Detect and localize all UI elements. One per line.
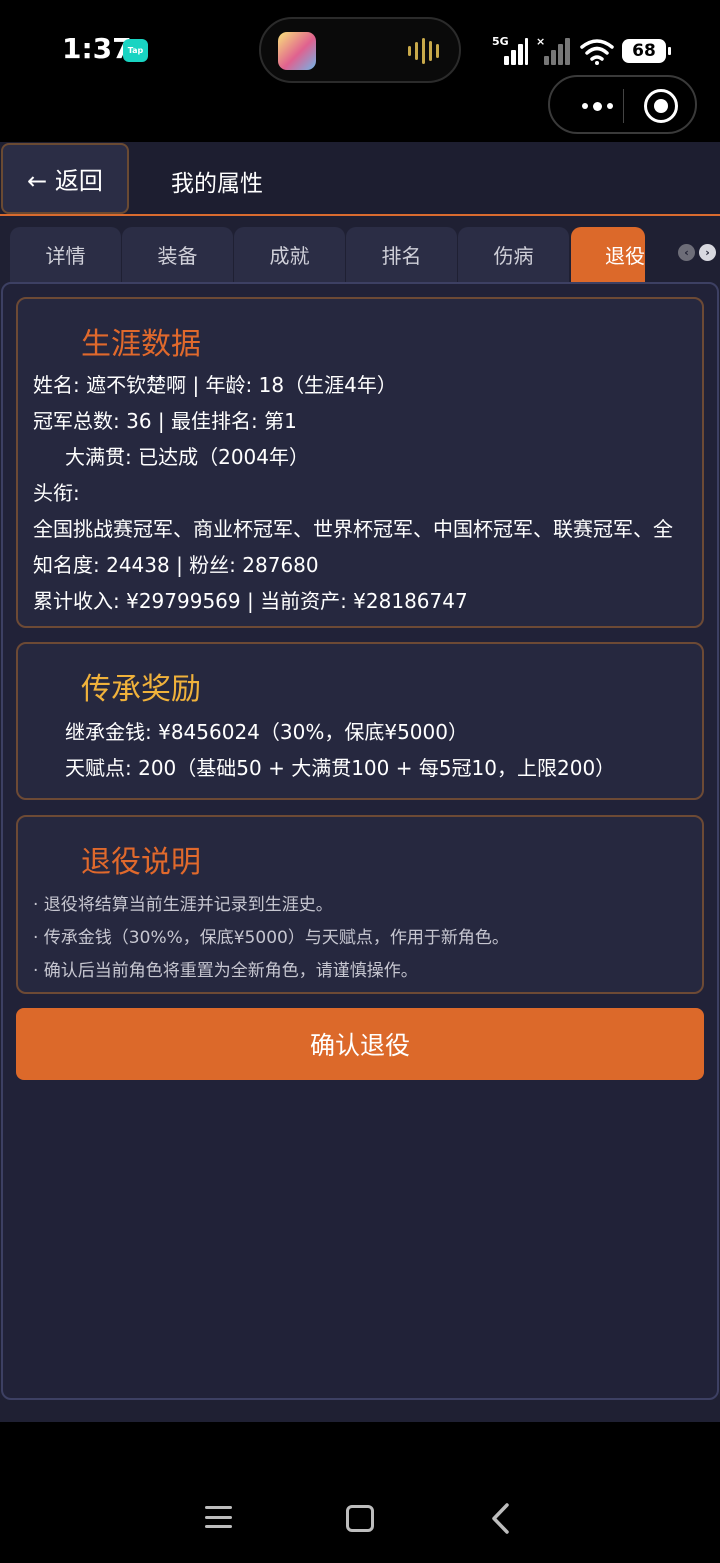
back-icon[interactable] (490, 1502, 510, 1535)
note-line-1: · 退役将结算当前生涯并记录到生涯史。 (33, 895, 333, 915)
app-screen: ← 返回 我的属性 详情 装备 成就 排名 伤病 退役 ‹ › 生涯数据 姓名:… (0, 142, 720, 1422)
wifi-icon (580, 39, 614, 65)
tab-injuries[interactable]: 伤病 (458, 227, 569, 282)
career-data-card: 生涯数据 姓名: 遮不钦楚啊 | 年龄: 18（生涯4年） 冠军总数: 36 |… (16, 297, 704, 628)
audio-wave-icon (408, 38, 439, 64)
tab-equipment[interactable]: 装备 (122, 227, 233, 282)
clock: 1:37 (62, 32, 132, 65)
tab-achievements[interactable]: 成就 (234, 227, 345, 282)
inherit-title: 传承奖励 (81, 672, 201, 707)
close-miniprogram-icon[interactable] (644, 89, 678, 123)
career-line-titles-count: 冠军总数: 36 | 最佳排名: 第1 (33, 409, 297, 433)
tab-bar: 详情 装备 成就 排名 伤病 退役 ‹ › (10, 227, 720, 282)
career-line-grandslam: 大满贯: 已达成（2004年） (65, 445, 309, 469)
tab-ranking[interactable]: 排名 (346, 227, 457, 282)
tab-scroll-arrows: ‹ › (678, 244, 716, 261)
note-line-2: · 传承金钱（30%%，保底¥5000）与天赋点，作用于新角色。 (33, 928, 509, 948)
tab-retire[interactable]: 退役 (571, 227, 645, 282)
miniprogram-capsule (548, 75, 697, 134)
tab-details[interactable]: 详情 (10, 227, 121, 282)
capsule-divider (623, 89, 624, 123)
inherit-line-talent: 天赋点: 200（基础50 + 大满贯100 + 每5冠10，上限200） (65, 756, 616, 780)
career-line-honors: 全国挑战赛冠军、商业杯冠军、世界杯冠军、中国杯冠军、联赛冠军、全 (33, 517, 673, 541)
header: ← 返回 我的属性 (0, 142, 720, 216)
recent-apps-icon[interactable] (205, 1506, 232, 1528)
notes-title: 退役说明 (81, 845, 201, 880)
game-app-icon (278, 32, 316, 70)
career-line-income: 累计收入: ¥29799569 | 当前资产: ¥28186747 (33, 589, 468, 613)
scroll-right-icon[interactable]: › (699, 244, 716, 261)
career-title: 生涯数据 (81, 327, 201, 362)
career-line-name: 姓名: 遮不钦楚啊 | 年龄: 18（生涯4年） (33, 373, 397, 397)
inherit-line-money: 继承金钱: ¥8456024（30%，保底¥5000） (65, 720, 468, 744)
home-icon[interactable] (346, 1505, 374, 1532)
more-icon[interactable] (572, 93, 622, 119)
taptap-icon: Tap (123, 39, 148, 62)
career-line-honors-label: 头衔: (33, 481, 80, 505)
dynamic-island[interactable] (259, 17, 461, 83)
career-line-fame: 知名度: 24438 | 粉丝: 287680 (33, 553, 319, 577)
note-line-3: · 确认后当前角色将重置为全新角色，请谨慎操作。 (33, 961, 418, 981)
scroll-left-icon[interactable]: ‹ (678, 244, 695, 261)
system-nav-bar (0, 1422, 720, 1563)
retire-notes-card: 退役说明 · 退役将结算当前生涯并记录到生涯史。 · 传承金钱（30%%，保底¥… (16, 815, 704, 994)
signal-sim2-icon: × (536, 35, 572, 65)
status-bar: 1:37 Tap 5G × 68 (0, 0, 720, 142)
back-button[interactable]: ← 返回 (1, 143, 129, 214)
confirm-retire-button[interactable]: 确认退役 (16, 1008, 704, 1080)
inherit-reward-card: 传承奖励 继承金钱: ¥8456024（30%，保底¥5000） 天赋点: 20… (16, 642, 704, 800)
battery-icon: 68 (622, 39, 671, 63)
page-title: 我的属性 (171, 171, 263, 197)
system-icons: 5G × 68 (492, 34, 671, 68)
signal-5g-icon: 5G (492, 35, 528, 65)
